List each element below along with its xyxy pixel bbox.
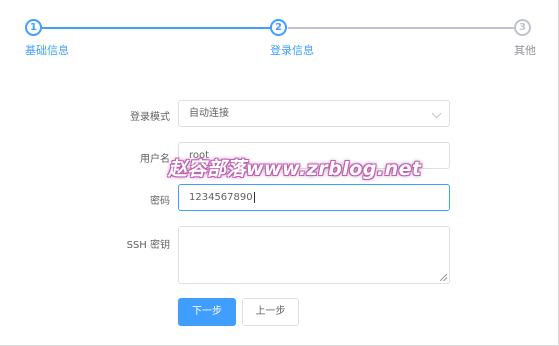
next-step-button[interactable]: 下一步 (178, 298, 236, 326)
resize-grip-icon[interactable] (440, 274, 447, 281)
step-3-icon: 3 (514, 19, 531, 36)
step-1-icon: 1 (25, 19, 42, 36)
prev-step-button[interactable]: 上一步 (242, 298, 299, 326)
steps-progress: 1 基础信息 2 登录信息 3 其他 (0, 0, 559, 60)
watermark-text: 赵容部落www.zrblog.net (168, 158, 422, 180)
step-2-label: 登录信息 (270, 44, 314, 57)
ssh-key-label: SSH 密钥 (126, 240, 170, 251)
password-label: 密码 (150, 196, 170, 207)
step-connector-done (42, 27, 271, 29)
password-value: 1234567890 (189, 192, 253, 203)
login-mode-select[interactable]: 自动连接 (178, 100, 450, 127)
step-3-label: 其他 (514, 44, 536, 57)
password-input[interactable]: 1234567890 (178, 184, 450, 211)
chevron-down-icon (431, 108, 442, 119)
step-connector-todo (288, 27, 514, 29)
login-mode-value: 自动连接 (189, 108, 229, 119)
text-caret (253, 191, 255, 203)
login-mode-label: 登录模式 (130, 112, 170, 123)
step-2-icon: 2 (270, 19, 287, 36)
ssh-key-textarea[interactable] (178, 226, 450, 284)
step-1-label: 基础信息 (25, 44, 69, 57)
username-label: 用户名 (140, 154, 170, 165)
